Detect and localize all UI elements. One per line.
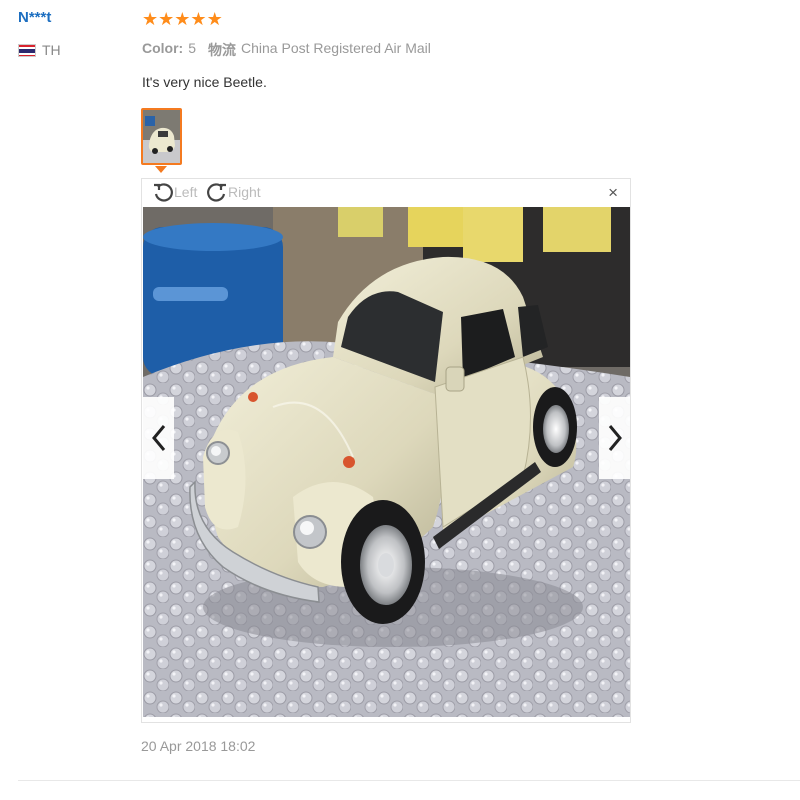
next-photo-button[interactable]	[599, 397, 630, 479]
viewer-toolbar: Left Right ×	[142, 179, 630, 207]
rotate-right-icon	[207, 183, 226, 202]
reviewer-info: N***t TH	[18, 8, 128, 58]
star-rating: ★ ★ ★ ★ ★	[142, 8, 642, 30]
review-photo-large	[143, 207, 630, 717]
review-body: ★ ★ ★ ★ ★ Color: 5 物流 China Post Registe…	[142, 8, 642, 90]
review-divider	[18, 780, 800, 781]
review-photo-thumbnail[interactable]	[141, 108, 182, 165]
thailand-flag-icon	[18, 43, 36, 57]
attr-color-key: Color:	[142, 40, 184, 56]
review-date: 20 Apr 2018 18:02	[141, 738, 256, 754]
order-attributes: Color: 5 物流 China Post Registered Air Ma…	[142, 40, 642, 60]
country-code: TH	[42, 42, 61, 58]
reviewer-country: TH	[18, 42, 128, 58]
rotate-left-icon	[154, 183, 173, 202]
star-icon: ★	[158, 9, 175, 29]
review-text: It's very nice Beetle.	[142, 74, 267, 90]
close-viewer-button[interactable]: ×	[608, 184, 618, 201]
rotate-left-button[interactable]: Left	[152, 181, 197, 203]
star-icon: ★	[174, 9, 191, 29]
rotate-right-label: Right	[228, 184, 261, 200]
previous-photo-button[interactable]	[143, 397, 174, 479]
star-icon: ★	[190, 9, 207, 29]
chevron-left-icon	[151, 425, 165, 451]
star-icon: ★	[142, 9, 159, 29]
thumbnail-pointer	[155, 166, 167, 173]
photo-viewer: Left Right ×	[141, 178, 631, 723]
beetle-photo	[143, 207, 630, 717]
chevron-right-icon	[608, 425, 622, 451]
thumbnail-image	[143, 110, 180, 163]
attr-shipping-value: China Post Registered Air Mail	[241, 40, 431, 56]
star-icon: ★	[206, 9, 223, 29]
reviewer-name: N***t	[18, 9, 52, 26]
attr-color-value: 5	[188, 40, 197, 56]
rotate-right-button[interactable]: Right	[206, 181, 261, 203]
attr-shipping-key: 物流	[208, 42, 237, 58]
rotate-left-label: Left	[174, 184, 198, 200]
